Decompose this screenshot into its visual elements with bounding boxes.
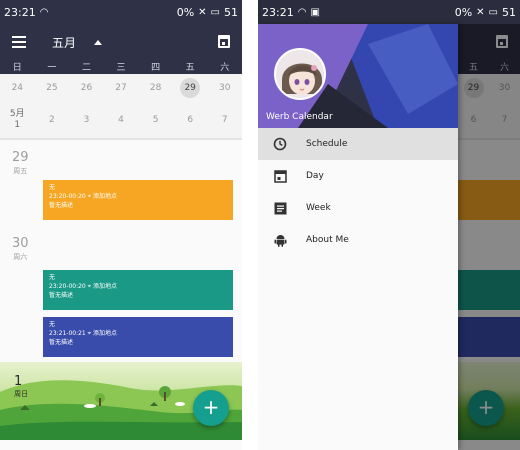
schedule-list: 29 周五 无 23:20-00:20 ⌖ 添加地点 暂无描述 30 周六 无 …: [0, 140, 242, 362]
location-pin-icon: ⌖: [87, 283, 92, 290]
event-location: 添加地点: [92, 193, 117, 200]
event-desc: 暂无描述: [49, 339, 74, 346]
today-highlight: 29: [180, 78, 201, 98]
day-label: 29 周五: [12, 150, 29, 176]
date-cell[interactable]: 24: [0, 83, 35, 93]
menu-icon[interactable]: [12, 33, 26, 51]
event-title: 无: [49, 184, 56, 191]
day-number: 30: [12, 236, 29, 251]
location-pin-icon: ⌖: [87, 193, 92, 200]
event-card[interactable]: 无 23:20-00:20 ⌖ 添加地点 暂无描述: [43, 270, 233, 310]
battery-level: 51: [502, 5, 516, 19]
menu-item-label: Week: [306, 203, 331, 213]
date-cell-today[interactable]: 29: [173, 78, 208, 98]
toolbar: 五月: [0, 24, 242, 60]
weekday-label: 五: [185, 63, 195, 73]
caret-up-icon[interactable]: [94, 39, 103, 45]
weekday-label: 四: [151, 63, 161, 73]
clock-icon: [270, 137, 290, 151]
date-cell[interactable]: 4: [104, 115, 139, 125]
weekday-label: 一: [47, 63, 57, 73]
calendar-screen: 23:21 ◠ 0% ✕ ▭ 51 五月 日 一 二 三 四 五 六 24 25…: [0, 0, 242, 450]
status-percent: 0%: [176, 5, 195, 19]
wifi-icon: ◠: [39, 6, 49, 18]
list-icon: [270, 202, 290, 215]
image-icon: ▣: [310, 6, 320, 18]
day-label: 30 周六: [12, 236, 29, 262]
android-icon: [270, 233, 290, 247]
footer-day-number: 1: [14, 374, 23, 389]
drawer-header: Werb Calendar: [258, 24, 458, 128]
menu-item-label: About Me: [306, 235, 349, 245]
event-time: 23:21-00:21: [49, 330, 86, 337]
status-time: 23:21: [262, 5, 294, 19]
add-event-fab[interactable]: +: [193, 390, 229, 426]
menu-item-label: Day: [306, 171, 324, 181]
event-desc: 暂无描述: [49, 292, 74, 299]
status-bar: 23:21 ◠ ▣ 0% ✕ ▭ 51: [258, 0, 520, 24]
footer-weekday: 周日: [14, 390, 28, 398]
event-card[interactable]: 无 23:20-00:20 ⌖ 添加地点 暂无描述: [43, 180, 233, 220]
wifi-icon: ◠: [297, 6, 307, 18]
date-cell[interactable]: 27: [104, 83, 139, 93]
event-location: 添加地点: [92, 330, 117, 337]
menu-item-day[interactable]: Day: [258, 160, 458, 192]
menu-item-label: Schedule: [306, 139, 348, 149]
calendar-screen-drawer-open: 23:21 ◠ ▣ 0% ✕ ▭ 51 五 六 29 30 6 7 + Werb…: [258, 0, 520, 450]
footer-day-label: 1 周日: [14, 374, 28, 399]
event-title: 无: [49, 321, 56, 328]
weekday-header: 日 一 二 三 四 五 六: [0, 60, 242, 74]
weekday-label: 六: [220, 63, 230, 73]
event-time: 23:20-00:20: [49, 283, 86, 290]
today-calendar-icon[interactable]: [218, 35, 230, 48]
event-title: 无: [49, 274, 56, 281]
battery-level: 51: [224, 5, 238, 19]
date-cell[interactable]: 7: [207, 115, 242, 125]
location-pin-icon: ⌖: [87, 330, 92, 337]
menu-item-week[interactable]: Week: [258, 192, 458, 224]
day-weekday: 周五: [13, 167, 28, 175]
day-number: 29: [12, 150, 29, 165]
date-cell[interactable]: 30: [207, 83, 242, 93]
event-time: 23:20-00:20: [49, 193, 86, 200]
app-title: Werb Calendar: [266, 112, 333, 122]
event-location: 添加地点: [92, 283, 117, 290]
event-desc: 暂无描述: [49, 202, 74, 209]
status-time: 23:21: [4, 5, 36, 19]
date-cell[interactable]: 2: [35, 115, 70, 125]
date-cell[interactable]: 25: [35, 83, 70, 93]
drawer-scrim[interactable]: [458, 24, 520, 450]
month-start-day: 1: [14, 120, 21, 130]
week-row: 24 25 26 27 28 29 30: [0, 74, 242, 102]
date-cell[interactable]: 6: [173, 115, 208, 125]
status-bar: 23:21 ◠ 0% ✕ ▭ 51: [0, 0, 242, 24]
menu-item-schedule[interactable]: Schedule: [258, 128, 458, 160]
date-cell[interactable]: 3: [69, 115, 104, 125]
battery-icon: ▭: [210, 6, 220, 18]
menu-item-about-me[interactable]: About Me: [258, 224, 458, 256]
navigation-drawer: Werb Calendar Schedule Day Week About Me: [258, 24, 458, 450]
status-percent: 0%: [454, 5, 473, 19]
date-cell-month-start[interactable]: 5月 1: [0, 109, 35, 131]
weekday-label: 三: [116, 63, 126, 73]
month-title[interactable]: 五月: [52, 34, 76, 51]
mute-icon: ✕: [476, 6, 485, 18]
avatar[interactable]: [274, 48, 326, 100]
date-cell[interactable]: 5: [138, 115, 173, 125]
weekday-label: 二: [81, 63, 91, 73]
day-weekday: 周六: [13, 253, 28, 261]
battery-icon: ▭: [488, 6, 498, 18]
weekday-label: 日: [12, 63, 22, 73]
event-card[interactable]: 无 23:21-00:21 ⌖ 添加地点 暂无描述: [43, 317, 233, 357]
month-start-label: 5月: [9, 109, 25, 119]
week-row: 5月 1 2 3 4 5 6 7: [0, 102, 242, 140]
mute-icon: ✕: [198, 6, 207, 18]
calendar-day-icon: [270, 169, 290, 183]
date-cell[interactable]: 26: [69, 83, 104, 93]
date-cell[interactable]: 28: [138, 83, 173, 93]
